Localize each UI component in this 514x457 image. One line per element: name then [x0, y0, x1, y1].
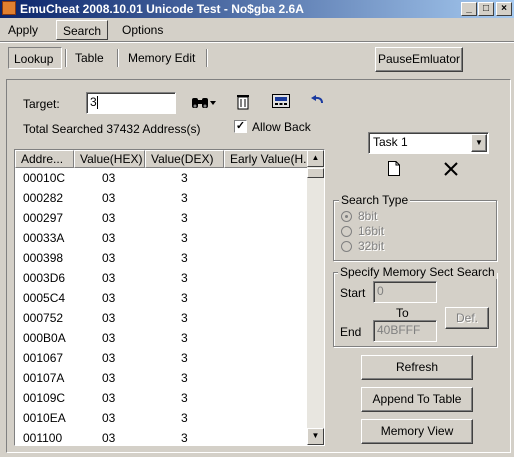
allow-back-checkbox[interactable]: ✓ [234, 120, 247, 133]
radio-32bit[interactable] [341, 241, 352, 252]
new-document-icon[interactable] [388, 161, 400, 176]
table-row[interactable]: 000752 03 3 [15, 308, 309, 327]
radio-16bit-label: 16bit [358, 224, 385, 238]
search-type-title: Search Type [339, 193, 411, 207]
default-button[interactable]: Def. [445, 307, 489, 329]
close-button[interactable]: × [496, 2, 512, 16]
column-early-value[interactable]: Early Value(H... [224, 150, 309, 168]
scroll-thumb[interactable] [307, 168, 324, 178]
table-row[interactable]: 001067 03 3 [15, 348, 309, 367]
table-row[interactable]: 000B0A 03 3 [15, 328, 309, 347]
title-bar[interactable]: EmuCheat 2008.10.01 Unicode Test - No$gb… [0, 0, 514, 18]
total-searched-text: Total Searched 37432 Address(s) [23, 122, 201, 136]
end-label: End [340, 325, 362, 339]
dropdown-arrow-icon[interactable] [210, 100, 216, 106]
column-value-dex[interactable]: Value(DEX) [145, 150, 224, 168]
table-row[interactable]: 000398 03 3 [15, 248, 309, 267]
column-address[interactable]: Addre... [15, 150, 74, 168]
radio-32bit-label: 32bit [358, 239, 385, 253]
table-row[interactable]: 00010C 03 3 [15, 168, 309, 187]
radio-16bit[interactable] [341, 226, 352, 237]
table-row[interactable]: 000297 03 3 [15, 208, 309, 227]
minimize-button[interactable]: _ [461, 2, 477, 16]
table-row[interactable]: 00033A 03 3 [15, 228, 309, 247]
tab-lookup[interactable]: Lookup [8, 47, 62, 69]
menu-apply[interactable]: Apply [2, 20, 44, 40]
table-row[interactable]: 00109C 03 3 [15, 388, 309, 407]
start-input[interactable]: 0 [373, 281, 437, 303]
scroll-up-button[interactable]: ▲ [307, 150, 324, 167]
target-label: Target: [23, 97, 60, 111]
start-label: Start [340, 286, 366, 300]
undo-icon[interactable] [310, 95, 326, 107]
table-row[interactable]: 0010EA 03 3 [15, 408, 309, 427]
scroll-down-button[interactable]: ▼ [307, 428, 324, 445]
radio-8bit[interactable] [341, 211, 352, 222]
memory-sect-title: Specify Memory Sect Search [338, 265, 497, 279]
vertical-scrollbar[interactable]: ▲ ▼ [307, 150, 324, 445]
results-list[interactable]: Addre... Value(HEX) Value(DEX) Early Val… [14, 149, 325, 446]
column-value-hex[interactable]: Value(HEX) [74, 150, 145, 168]
menu-options[interactable]: Options [116, 20, 169, 40]
memory-view-button[interactable]: Memory View [361, 419, 473, 444]
window-title: EmuCheat 2008.10.01 Unicode Test - No$gb… [20, 2, 304, 16]
tab-separator [65, 49, 67, 67]
tab-memory-edit[interactable]: Memory Edit [123, 47, 200, 69]
refresh-button[interactable]: Refresh [361, 355, 473, 380]
append-to-table-button[interactable]: Append To Table [361, 387, 473, 412]
table-row[interactable]: 00107A 03 3 [15, 368, 309, 387]
tab-separator [117, 49, 119, 67]
table-row[interactable]: 001100 03 3 [15, 428, 309, 445]
tab-separator [206, 49, 208, 67]
table-row[interactable]: 0003D6 03 3 [15, 268, 309, 287]
close-x-icon[interactable] [444, 162, 458, 176]
maximize-button[interactable]: □ [478, 2, 494, 16]
binoculars-icon[interactable] [190, 94, 210, 110]
task-select-value: Task 1 [373, 135, 408, 149]
app-icon [2, 1, 16, 15]
table-row[interactable]: 0005C4 03 3 [15, 288, 309, 307]
menu-divider [0, 41, 514, 43]
tab-table[interactable]: Table [70, 47, 109, 69]
to-label: To [396, 306, 409, 320]
task-dropdown-button[interactable]: ▼ [471, 134, 487, 152]
calculator-icon[interactable] [272, 94, 290, 108]
menu-search[interactable]: Search [56, 20, 109, 40]
table-row[interactable]: 000282 03 3 [15, 188, 309, 207]
allow-back-label: Allow Back [252, 120, 311, 134]
target-input[interactable]: 3 [86, 92, 176, 114]
trash-icon[interactable] [236, 93, 250, 110]
pause-emulator-button[interactable]: PauseEmluator [375, 47, 463, 72]
end-input[interactable]: 40BFFF [373, 320, 437, 342]
radio-8bit-label: 8bit [358, 209, 378, 223]
